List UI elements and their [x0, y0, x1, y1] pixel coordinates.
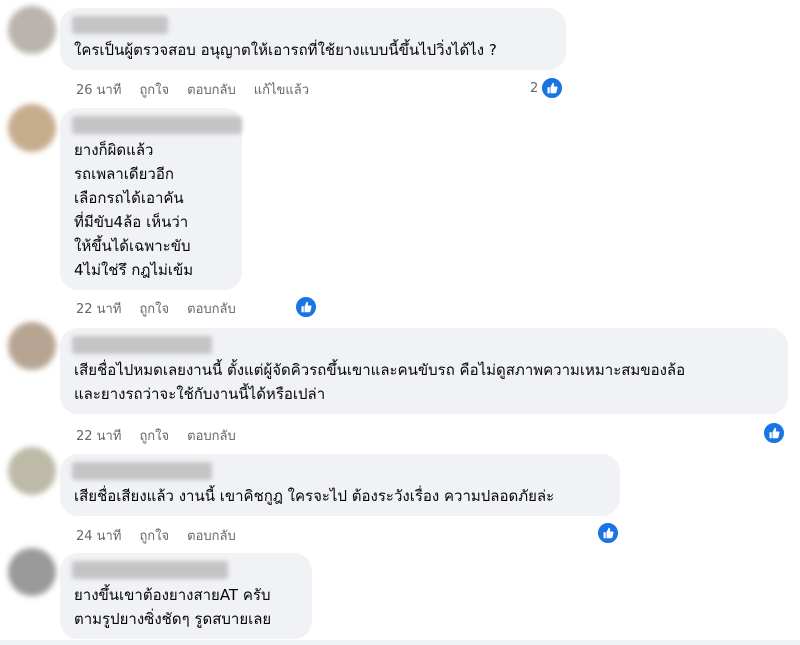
comment-line: ให้ขึ้นได้เฉพาะขับ: [74, 237, 191, 255]
reaction-summary[interactable]: [596, 521, 620, 545]
like-link[interactable]: ถูกใจ: [139, 79, 169, 100]
comment-line: 4ไม่ใช่รึ กฎไม่เข้ม: [74, 261, 194, 279]
reply-link[interactable]: ตอบกลับ: [187, 525, 236, 546]
avatar[interactable]: [8, 447, 56, 495]
like-link[interactable]: ถูกใจ: [139, 525, 169, 546]
reaction-summary[interactable]: [294, 295, 318, 319]
avatar[interactable]: [8, 322, 56, 370]
comment-actions: 22 นาที ถูกใจ ตอบกลับ: [76, 298, 236, 319]
timestamp[interactable]: 22 นาที: [76, 425, 121, 446]
like-thumb-icon: [762, 421, 786, 445]
comment-line: และยางรถว่าจะใช้กับงานนี้ได้หรือเปล่า: [74, 385, 326, 403]
comment-bubble: เสียชื่อไปหมดเลยงานนี้ ตั้งแต่ผู้จัดคิวร…: [60, 328, 788, 414]
comment-line: ตามรูปยางซิ่งชัดๆ รูดสบายเลย: [74, 610, 272, 628]
comment-line: เสียชื่อเสียงแล้ว งานนี้ เขาคิชกูฎ ใครจะ…: [74, 487, 555, 505]
comment-line: ที่มีขับ4ล้อ เห็นว่า: [74, 213, 189, 231]
comment-bubble: ยางขึ้นเขาต้องยางสายAT ครับ ตามรูปยางซิ่…: [60, 553, 312, 639]
avatar[interactable]: [8, 104, 56, 152]
comment-text: ใครเป็นผู้ตรวจสอบ อนุญาตให้เอารถที่ใช้ยา…: [74, 38, 552, 62]
comment-actions: 24 นาที ถูกใจ ตอบกลับ: [76, 525, 236, 546]
reaction-summary[interactable]: [762, 421, 786, 445]
comment-text: เสียชื่อไปหมดเลยงานนี้ ตั้งแต่ผู้จัดคิวร…: [74, 358, 774, 406]
comment-text: เสียชื่อเสียงแล้ว งานนี้ เขาคิชกูฎ ใครจะ…: [74, 484, 606, 508]
author-name-blurred[interactable]: [72, 16, 168, 34]
comment-bubble: เสียชื่อเสียงแล้ว งานนี้ เขาคิชกูฎ ใครจะ…: [60, 454, 620, 516]
comment-line: เลือกรถได้เอาคัน: [74, 189, 184, 207]
comment-line: ยางก็ผิดแล้ว: [74, 141, 154, 159]
comment-line: ยางขึ้นเขาต้องยางสายAT ครับ: [74, 586, 271, 604]
divider: [0, 640, 800, 645]
comment-line: รถเพลาเดียวอีก: [74, 165, 174, 183]
edited-label[interactable]: แก้ไขแล้ว: [254, 79, 309, 100]
reply-link[interactable]: ตอบกลับ: [187, 425, 236, 446]
author-name-blurred[interactable]: [72, 336, 212, 354]
like-link[interactable]: ถูกใจ: [139, 425, 169, 446]
comment-text: ยางก็ผิดแล้ว รถเพลาเดียวอีก เลือกรถได้เอ…: [74, 138, 228, 282]
comment-actions: 22 นาที ถูกใจ ตอบกลับ: [76, 425, 236, 446]
author-name-blurred[interactable]: [72, 462, 212, 480]
reply-link[interactable]: ตอบกลับ: [187, 298, 236, 319]
reaction-summary[interactable]: 2: [530, 76, 565, 100]
timestamp[interactable]: 26 นาที: [76, 79, 121, 100]
timestamp[interactable]: 24 นาที: [76, 525, 121, 546]
author-name-blurred[interactable]: [72, 116, 242, 134]
author-name-blurred[interactable]: [72, 561, 228, 579]
like-link[interactable]: ถูกใจ: [139, 298, 169, 319]
reaction-count: 2: [530, 80, 539, 96]
comment-bubble: ยางก็ผิดแล้ว รถเพลาเดียวอีก เลือกรถได้เอ…: [60, 108, 242, 290]
like-thumb-icon: [596, 521, 620, 545]
like-thumb-icon: [540, 76, 565, 100]
comment-line: เสียชื่อไปหมดเลยงานนี้ ตั้งแต่ผู้จัดคิวร…: [74, 361, 686, 379]
timestamp[interactable]: 22 นาที: [76, 298, 121, 319]
avatar[interactable]: [8, 548, 56, 596]
like-thumb-icon: [294, 295, 318, 319]
avatar[interactable]: [8, 6, 56, 54]
comment-actions: 26 นาที ถูกใจ ตอบกลับ แก้ไขแล้ว: [76, 79, 309, 100]
comment-bubble: ใครเป็นผู้ตรวจสอบ อนุญาตให้เอารถที่ใช้ยา…: [60, 8, 566, 70]
reply-link[interactable]: ตอบกลับ: [187, 79, 236, 100]
comment-text: ยางขึ้นเขาต้องยางสายAT ครับ ตามรูปยางซิ่…: [74, 583, 298, 631]
comment-line: ใครเป็นผู้ตรวจสอบ อนุญาตให้เอารถที่ใช้ยา…: [74, 41, 497, 59]
